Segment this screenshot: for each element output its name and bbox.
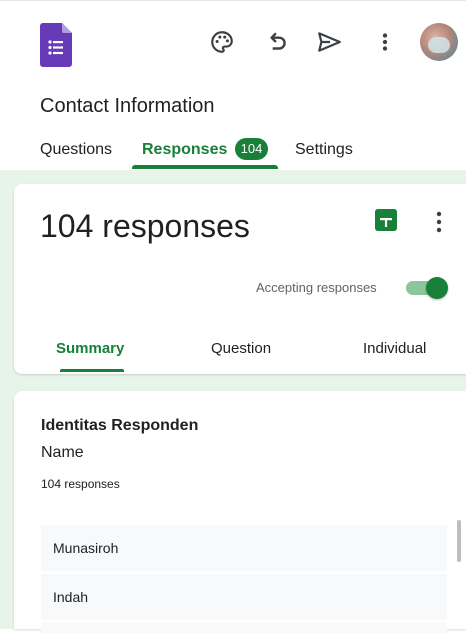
forms-logo-icon[interactable]: [40, 23, 72, 67]
responses-count-badge: 104: [235, 138, 268, 160]
answer-item-partial: [41, 623, 447, 633]
subtab-individual[interactable]: Individual: [363, 340, 426, 357]
top-app-bar: Contact Information Questions Responses …: [0, 0, 466, 182]
tab-responses[interactable]: Responses: [142, 141, 227, 159]
responses-count-heading: 104 responses: [40, 208, 250, 244]
more-options-icon[interactable]: [436, 211, 442, 233]
undo-icon[interactable]: [264, 29, 290, 55]
subtab-question[interactable]: Question: [211, 340, 271, 357]
question-response-count: 104 responses: [41, 477, 120, 491]
more-vert-icon[interactable]: [372, 29, 398, 55]
sheets-icon[interactable]: [375, 209, 397, 231]
subtab-summary[interactable]: Summary: [56, 340, 124, 357]
avatar[interactable]: [420, 23, 458, 61]
section-title: Identitas Responden: [41, 417, 199, 434]
tab-settings[interactable]: Settings: [295, 141, 353, 159]
question-summary-card: Identitas Responden Name 104 responses M…: [14, 391, 466, 633]
form-title: Contact Information: [40, 95, 215, 117]
active-subtab-indicator: [60, 369, 124, 372]
send-icon[interactable]: [316, 29, 342, 55]
toggle-knob[interactable]: [426, 277, 448, 299]
answers-scrollbar[interactable]: [457, 520, 461, 562]
palette-icon[interactable]: [209, 29, 235, 55]
accepting-responses-label: Accepting responses: [256, 280, 377, 295]
question-title: Name: [41, 444, 84, 461]
active-tab-indicator: [132, 165, 278, 169]
tab-questions[interactable]: Questions: [40, 141, 112, 159]
answer-item: Munasiroh: [41, 525, 447, 571]
responses-summary-card: 104 responses Accepting responses Summar…: [14, 184, 466, 374]
answer-item: Indah: [41, 574, 447, 620]
